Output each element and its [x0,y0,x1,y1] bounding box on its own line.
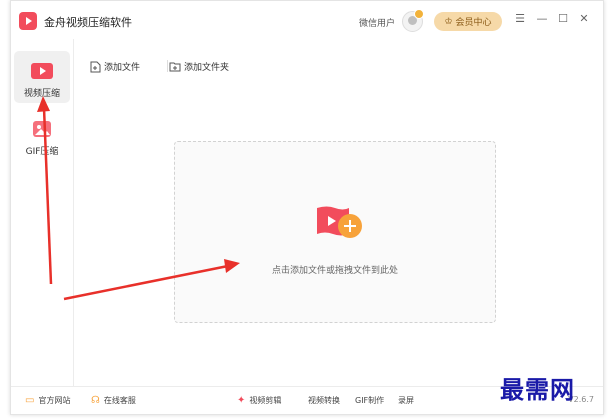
maximize-button[interactable]: ☐ [556,12,570,26]
video-edit-label: 视频剪辑 [249,396,282,405]
title-bar: 金舟视频压缩软件 微信用户 ♔ 会员中心 ☰ — ☐ ✕ [11,1,603,39]
vip-center-button[interactable]: ♔ 会员中心 [434,12,502,31]
menu-icon[interactable]: ☰ [513,12,527,26]
screen-record-label: 录屏 [398,396,414,405]
add-folder-icon [169,62,181,72]
gif-icon [33,121,51,137]
toolbar-divider [167,60,168,72]
screen-record-link[interactable]: 录屏 [398,395,414,406]
promo-icon: ✦ [237,395,246,406]
app-title: 金舟视频压缩软件 [44,16,132,29]
gif-make-label: GIF制作 [355,396,385,405]
minimize-button[interactable]: — [535,12,549,26]
sidebar-item-gif-compress[interactable]: GIF压缩 [14,109,70,161]
app-logo-icon [19,12,37,30]
user-name[interactable]: 微信用户 [359,16,395,29]
drop-zone-hint: 点击添加文件或拖拽文件到此处 [271,266,398,276]
add-file-icon [90,61,101,72]
gif-make-link[interactable]: GIF制作 [355,395,384,406]
video-icon [31,63,53,79]
online-support-link[interactable]: ☊ 在线客服 [91,395,136,406]
watermark-logo: 最需网 [500,375,575,404]
sidebar-item-label: 视频压缩 [23,89,60,99]
sidebar-item-label: GIF压缩 [25,147,59,157]
video-edit-link[interactable]: ✦ 视频剪辑 [237,395,281,406]
add-folder-label: 添加文件夹 [184,63,230,73]
vip-center-label: 会员中心 [455,18,492,28]
official-website-link[interactable]: ▭ 官方网站 [25,395,70,406]
video-convert-link[interactable]: 视频转换 [308,395,340,406]
official-website-label: 官方网站 [38,396,71,405]
file-drop-zone[interactable]: 点击添加文件或拖拽文件到此处 [174,141,496,323]
sidebar: 视频压缩 GIF压缩 [11,39,74,387]
add-file-label: 添加文件 [104,63,141,73]
add-folder-button[interactable]: 添加文件夹 [169,60,229,73]
app-window: 金舟视频压缩软件 微信用户 ♔ 会员中心 ☰ — ☐ ✕ 视频压缩 GIF压缩 [10,0,604,415]
avatar-badge-icon [414,9,424,19]
headset-icon: ☊ [91,395,100,406]
online-support-label: 在线客服 [103,396,136,405]
add-file-button[interactable]: 添加文件 [90,60,140,73]
crown-icon: ♔ [444,16,453,27]
sidebar-item-video-compress[interactable]: 视频压缩 [14,51,70,103]
website-icon: ▭ [25,395,35,406]
close-button[interactable]: ✕ [577,12,591,26]
video-convert-label: 视频转换 [308,396,340,405]
add-video-icon [317,206,362,238]
